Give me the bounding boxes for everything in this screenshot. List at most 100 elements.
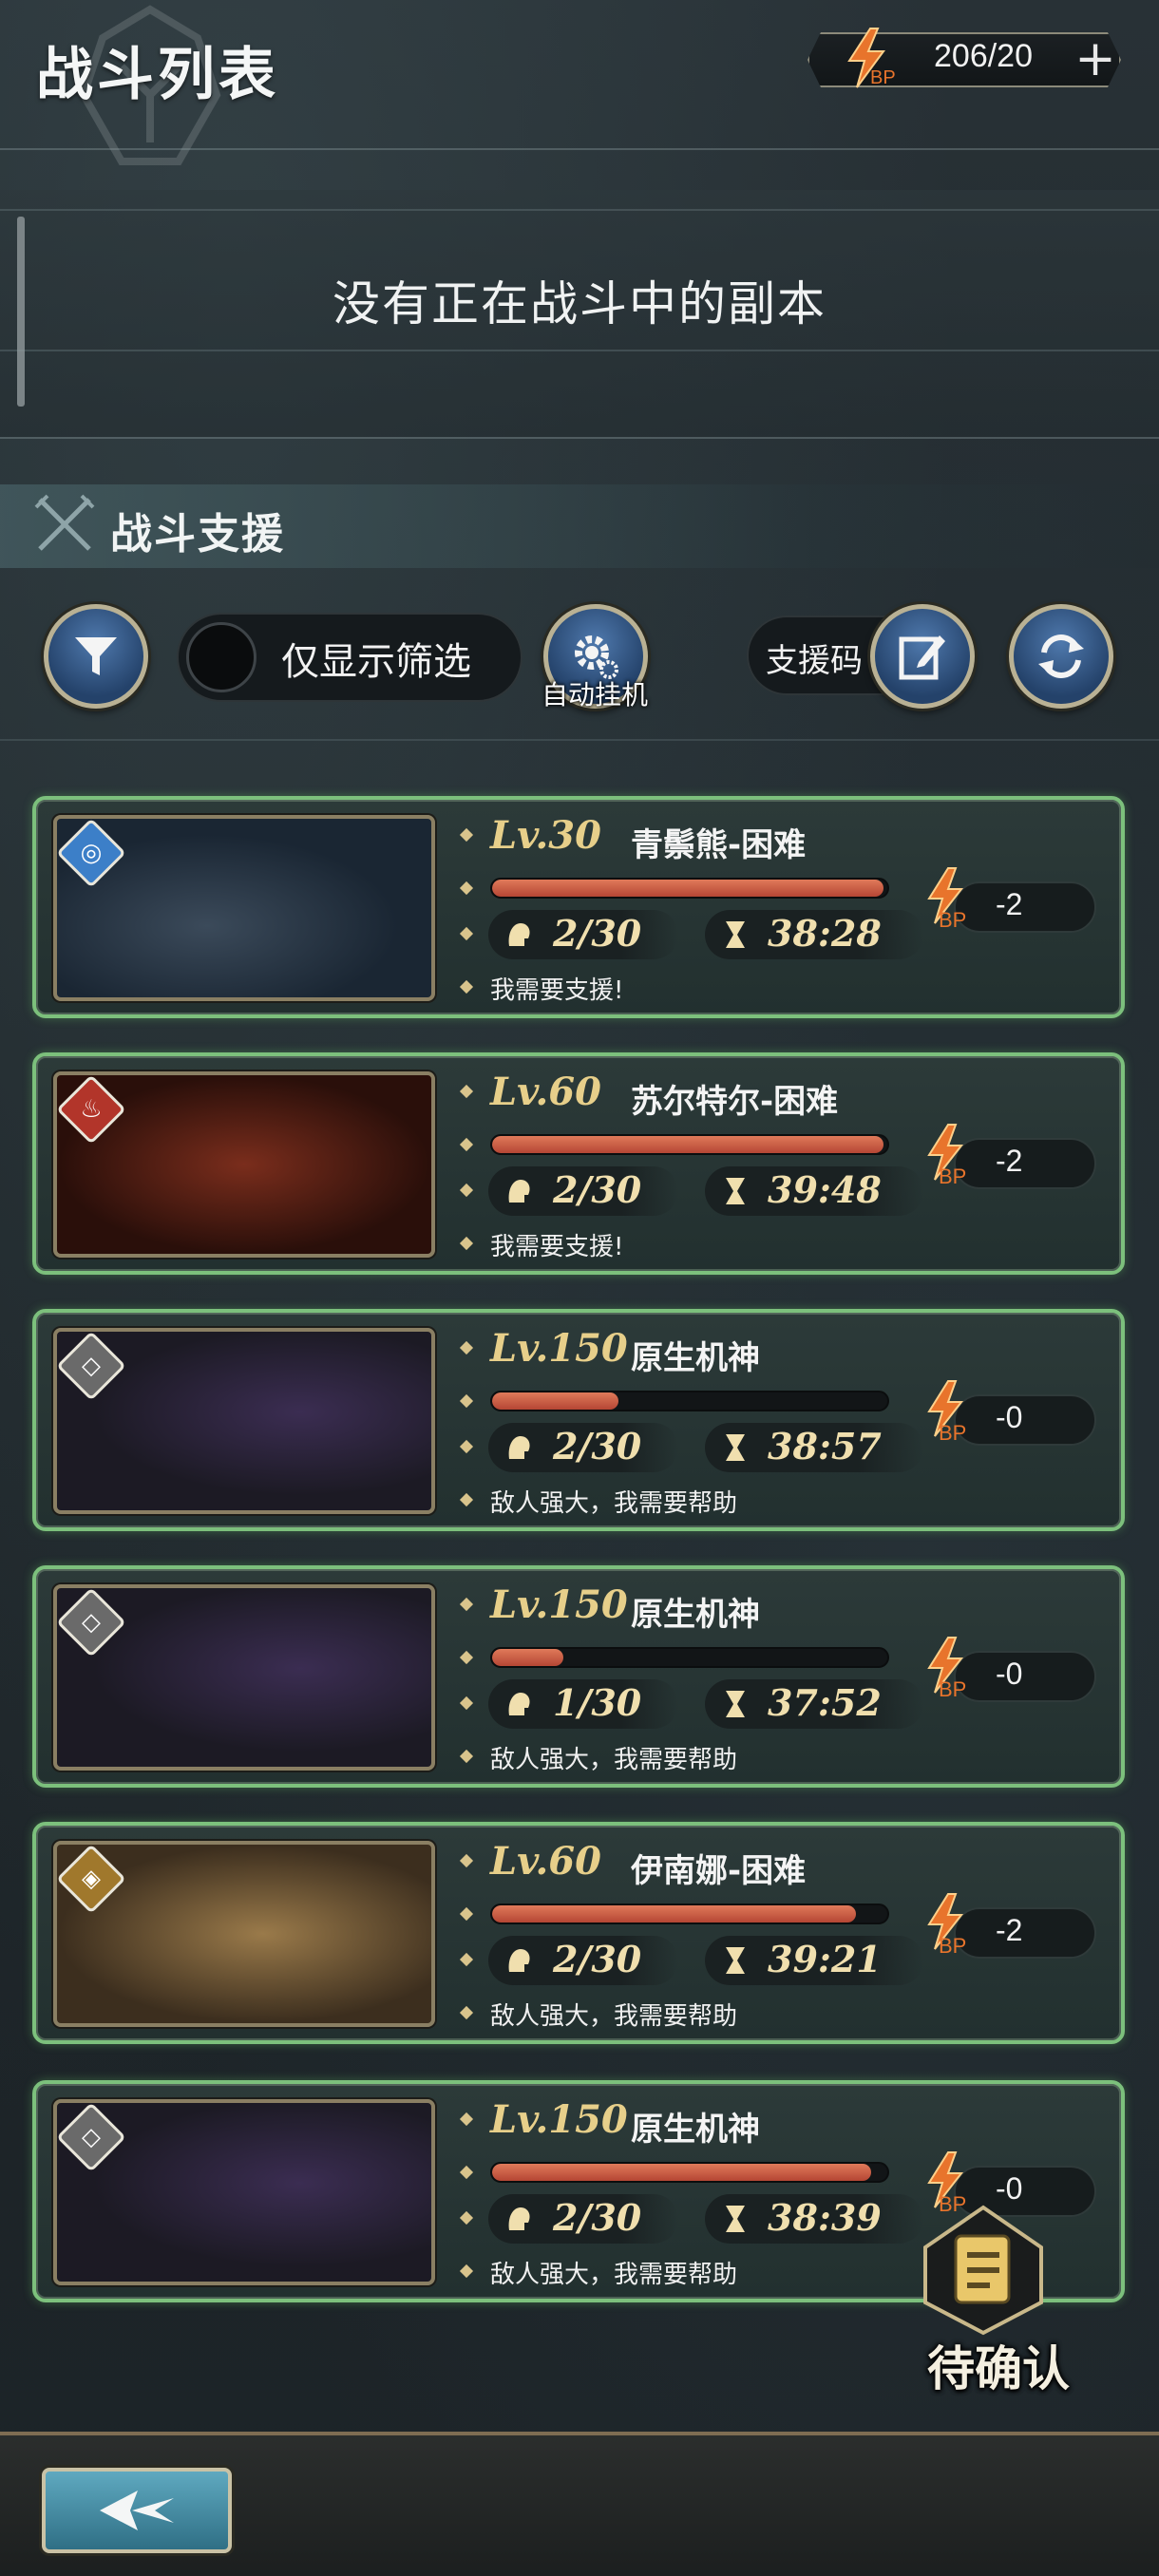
player-count: 2/30	[553, 1938, 642, 1980]
support-code-label: 支援码	[766, 642, 863, 680]
boss-name: 苏尔特尔-困难	[631, 1083, 839, 1121]
toggle-label: 仅显示筛选	[281, 640, 471, 684]
svg-text:BP: BP	[939, 1165, 966, 1187]
pending-confirm-icon[interactable]	[922, 2204, 1045, 2337]
back-arrow-icon	[100, 2491, 174, 2530]
support-card[interactable]: ◎ Lv.30 青鬃熊-困难 2/30 38:28 我需要支援! BP -2	[32, 796, 1125, 1018]
hp-bar-fill	[492, 2164, 872, 2181]
filter-button[interactable]	[44, 604, 148, 709]
player-head-icon	[508, 2207, 530, 2230]
diamond-bullet-icon	[459, 2263, 474, 2279]
support-card[interactable]: ◈ Lv.60 伊南娜-困难 2/30 39:21 敌人强大，我需要帮助 BP …	[32, 1822, 1125, 2044]
refresh-icon	[1038, 635, 1084, 678]
bp-cost: -0	[996, 2171, 1023, 2206]
boss-level: Lv.150	[490, 1326, 628, 1371]
diamond-bullet-icon	[459, 1183, 474, 1198]
divider	[0, 739, 1159, 741]
bp-cost: -2	[996, 1144, 1023, 1178]
bp-cost: -2	[996, 1913, 1023, 1947]
hourglass-icon	[726, 1178, 745, 1204]
diamond-bullet-icon	[459, 1597, 474, 1612]
diamond-bullet-icon	[459, 1853, 474, 1868]
element-badge-icon: ◇	[57, 2103, 126, 2172]
element-badge-icon: ◎	[57, 819, 126, 888]
support-card[interactable]: ◇ Lv.150 原生机神 2/30 38:57 敌人强大，我需要帮助 BP -…	[32, 1309, 1125, 1531]
edit-note-icon	[899, 635, 945, 680]
hp-bar-fill	[492, 1136, 884, 1153]
back-button[interactable]	[42, 2468, 232, 2553]
boss-thumbnail: ◈	[53, 1841, 435, 2027]
bp-lightning-icon: BP	[927, 1893, 966, 1957]
toggle-knob[interactable]	[186, 622, 256, 692]
element-badge-icon: ◈	[57, 1845, 126, 1914]
bp-cost: -0	[996, 1657, 1023, 1691]
element-badge-icon: ◇	[57, 1588, 126, 1657]
divider	[0, 209, 1159, 211]
player-head-icon	[508, 1436, 530, 1459]
time-remaining: 39:21	[768, 1938, 882, 1980]
time-remaining: 38:39	[768, 2196, 882, 2239]
player-count: 2/30	[553, 912, 642, 955]
hp-bar-fill	[492, 1392, 619, 1410]
request-message: 敌人强大，我需要帮助	[490, 1746, 738, 1774]
player-count: 2/30	[553, 1168, 642, 1211]
diamond-bullet-icon	[459, 926, 474, 941]
diamond-bullet-icon	[459, 2112, 474, 2127]
svg-text:BP: BP	[939, 1934, 966, 1957]
diamond-bullet-icon	[459, 1650, 474, 1665]
crossed-swords-icon	[34, 494, 95, 551]
boss-name: 青鬃熊-困难	[631, 826, 807, 864]
bp-value: 206/20	[934, 38, 1033, 74]
diamond-bullet-icon	[459, 881, 474, 896]
diamond-bullet-icon	[459, 1340, 474, 1355]
hp-bar	[490, 1904, 889, 1924]
boss-name: 原生机神	[631, 1596, 760, 1634]
diamond-bullet-icon	[459, 827, 474, 843]
player-count: 1/30	[553, 1681, 642, 1724]
hp-bar-fill	[492, 880, 884, 897]
diamond-bullet-icon	[459, 1952, 474, 1967]
boss-thumbnail: ♨	[53, 1071, 435, 1258]
boss-name: 原生机神	[631, 1339, 760, 1377]
diamond-bullet-icon	[459, 1439, 474, 1454]
filter-icon	[75, 637, 117, 675]
page-title: 战斗列表	[36, 42, 279, 108]
hp-bar	[490, 878, 889, 899]
divider	[0, 148, 1159, 150]
support-card[interactable]: ♨ Lv.60 苏尔特尔-困难 2/30 39:48 我需要支援! BP -2	[32, 1052, 1125, 1275]
diamond-bullet-icon	[459, 1236, 474, 1251]
empty-state-text: 没有正在战斗中的副本	[332, 276, 826, 331]
boss-level: Lv.30	[490, 813, 601, 858]
support-code-button[interactable]	[870, 604, 975, 709]
bp-lightning-icon: BP	[927, 1124, 966, 1187]
diamond-bullet-icon	[459, 2165, 474, 2180]
hp-bar-fill	[492, 1649, 563, 1666]
hourglass-icon	[726, 2206, 745, 2232]
auto-idle-label: 自动挂机	[541, 679, 648, 710]
boss-thumbnail: ◇	[53, 1328, 435, 1514]
bp-cost: -2	[996, 887, 1023, 921]
diamond-bullet-icon	[459, 2005, 474, 2020]
element-badge-icon: ♨	[57, 1075, 126, 1145]
bp-add-button[interactable]: +	[1070, 32, 1121, 87]
svg-text:BP: BP	[939, 1421, 966, 1444]
request-message: 我需要支援!	[490, 976, 624, 1005]
player-head-icon	[508, 1180, 530, 1203]
boss-thumbnail: ◎	[53, 815, 435, 1001]
diamond-bullet-icon	[459, 979, 474, 994]
hp-bar	[490, 1391, 889, 1411]
pending-confirm-label[interactable]: 待确认	[908, 2331, 1089, 2399]
diamond-bullet-icon	[459, 1084, 474, 1099]
bp-lightning-icon: BP	[927, 867, 966, 931]
player-head-icon	[508, 1693, 530, 1715]
svg-text:BP: BP	[939, 1677, 966, 1700]
request-message: 敌人强大，我需要帮助	[490, 1489, 738, 1518]
diamond-bullet-icon	[459, 1695, 474, 1711]
player-count: 2/30	[553, 1425, 642, 1468]
divider	[0, 437, 1159, 439]
support-card[interactable]: ◇ Lv.150 原生机神 1/30 37:52 敌人强大，我需要帮助 BP -…	[32, 1565, 1125, 1788]
hourglass-icon	[726, 1691, 745, 1717]
svg-text:BP: BP	[870, 67, 896, 88]
refresh-button[interactable]	[1009, 604, 1113, 709]
boss-level: Lv.60	[490, 1070, 601, 1114]
